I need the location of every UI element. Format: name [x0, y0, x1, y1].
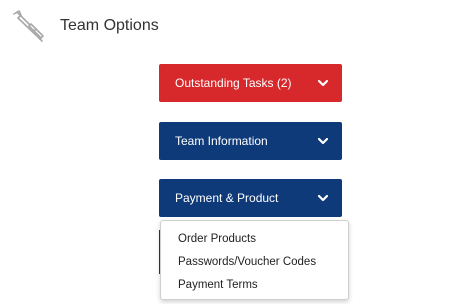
payment-product-label: Payment & Product: [175, 191, 279, 205]
wrench-screwdriver-icon: [13, 10, 44, 42]
team-information-label: Team Information: [175, 134, 268, 148]
payment-product-button[interactable]: Payment & Product: [159, 179, 342, 217]
chevron-down-icon: [317, 194, 329, 202]
outstanding-tasks-button[interactable]: Outstanding Tasks (2): [159, 64, 342, 102]
menu-item-passwords-voucher-codes[interactable]: Passwords/Voucher Codes: [161, 251, 348, 274]
menu-item-order-products[interactable]: Order Products: [161, 228, 348, 251]
chevron-down-icon: [317, 79, 329, 87]
chevron-down-icon: [317, 137, 329, 145]
team-options-panel: Team Options Outstanding Tasks (2) Team …: [0, 0, 461, 304]
outstanding-tasks-label: Outstanding Tasks (2): [175, 76, 292, 90]
page-title: Team Options: [60, 17, 159, 34]
menu-item-payment-terms[interactable]: Payment Terms: [161, 274, 348, 297]
page-header: Team Options: [10, 8, 159, 44]
team-information-button[interactable]: Team Information: [159, 122, 342, 160]
payment-product-dropdown: Order Products Passwords/Voucher Codes P…: [160, 220, 349, 300]
